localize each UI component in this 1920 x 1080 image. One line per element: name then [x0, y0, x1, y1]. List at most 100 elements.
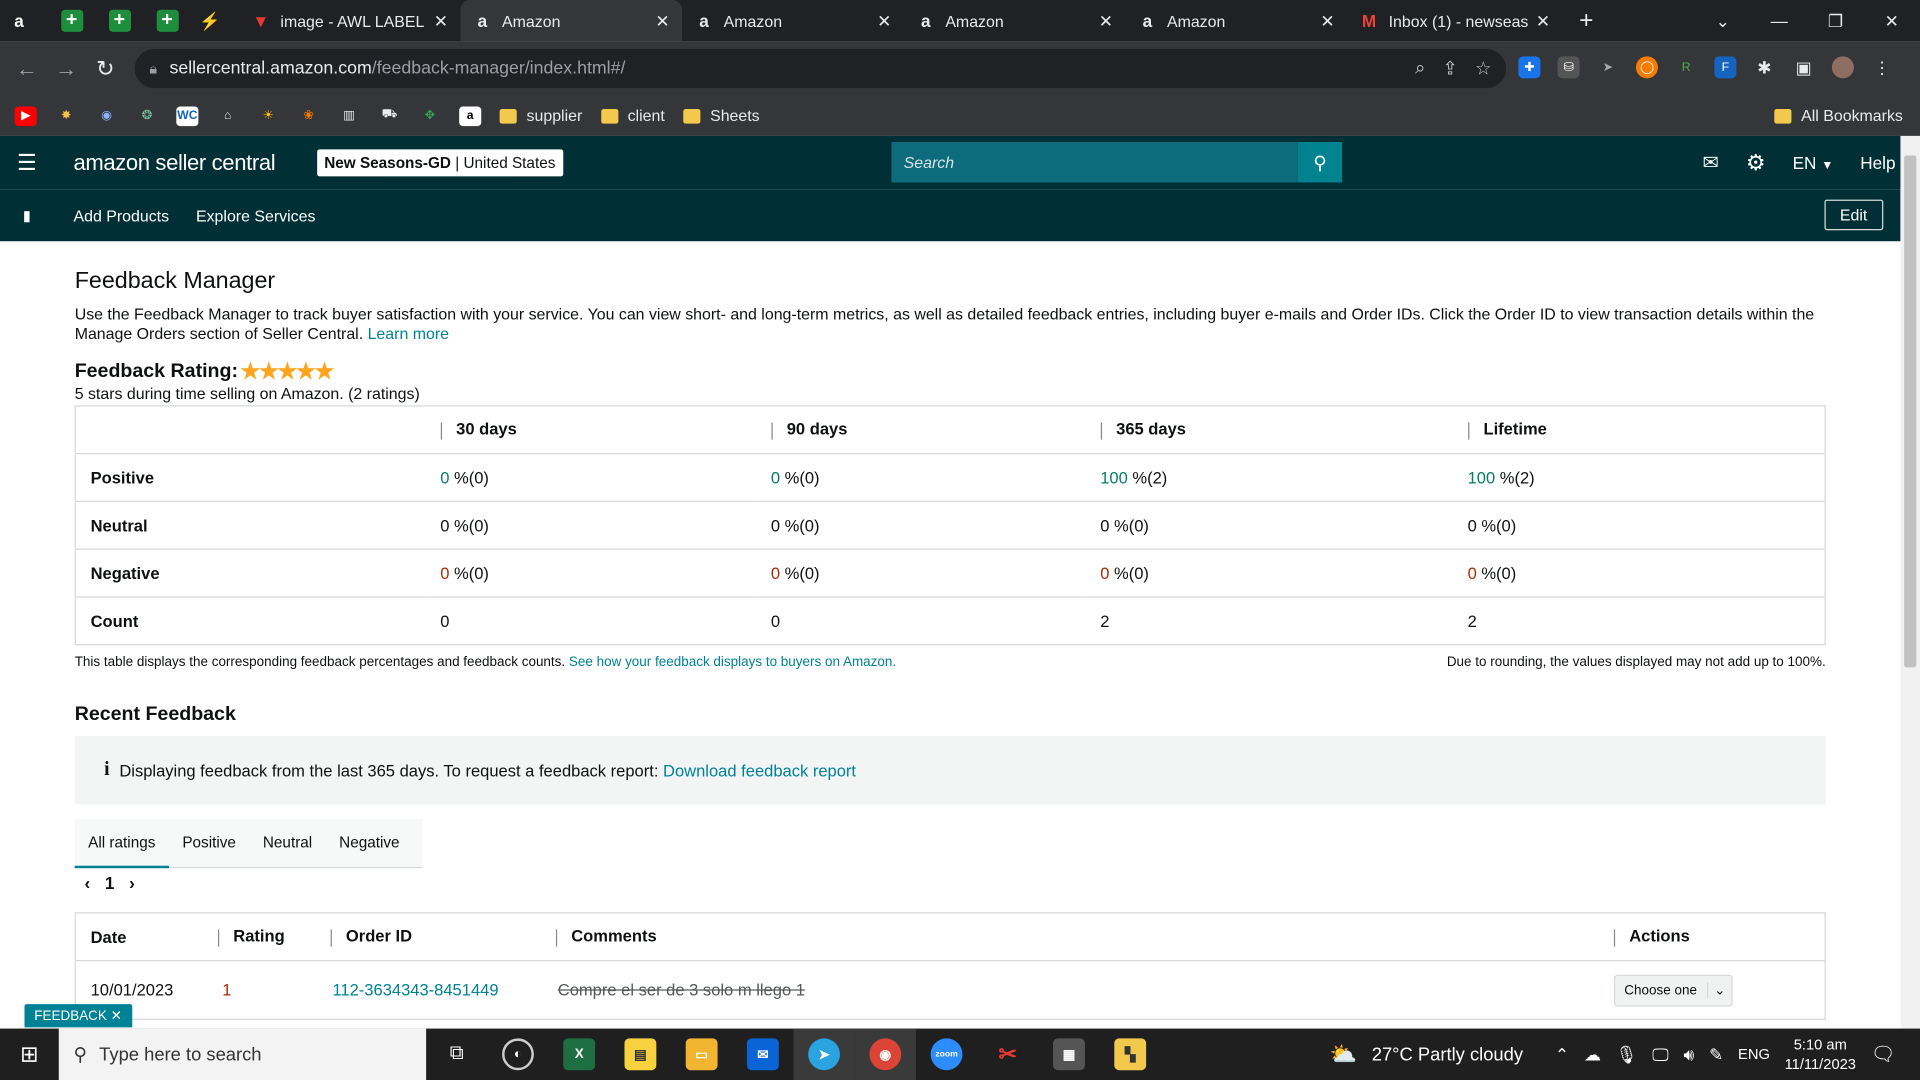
language-selector[interactable]: EN ▼	[1793, 153, 1834, 173]
notification-icon[interactable]: 🗨︎	[1871, 1042, 1896, 1066]
clock[interactable]: 5:10 am 11/11/2023	[1785, 1035, 1856, 1074]
all-bookmarks[interactable]: All Bookmarks	[1774, 96, 1903, 136]
buyer-display-link[interactable]: See how your feedback displays to buyers…	[569, 655, 896, 670]
tab-positive[interactable]: Positive	[169, 819, 250, 868]
tab-amazon[interactable]: a Amazon ✕	[904, 0, 1126, 42]
tab-amazon-pinned[interactable]: a	[0, 0, 48, 42]
new-tab-button[interactable]: +	[1562, 0, 1610, 42]
mail-app-icon[interactable]: ✉	[732, 1029, 793, 1080]
tab-all-ratings[interactable]: All ratings	[74, 819, 169, 868]
bookmark-icon[interactable]: ✥	[419, 106, 441, 126]
feedback-tag-button[interactable]: FEEDBACK ✕	[24, 1004, 132, 1028]
extension-icon[interactable]: ✚	[1518, 56, 1541, 79]
tab-sheets-2[interactable]: +	[96, 0, 144, 42]
puzzle-icon[interactable]: ✱	[1753, 56, 1776, 79]
taskbar-search[interactable]: ⚲ Type here to search	[58, 1028, 427, 1080]
weather-text[interactable]: 27°C Partly cloudy	[1372, 1044, 1523, 1065]
notes-app-icon[interactable]: ▚	[1100, 1029, 1161, 1080]
bookmark-icon[interactable]: ⌂	[217, 106, 239, 126]
extension-arrow-icon[interactable]: ➤	[1596, 56, 1619, 79]
microphone-icon[interactable]: 🎙︎	[1616, 1044, 1638, 1065]
weather-icon[interactable]: ⛅	[1330, 1041, 1357, 1067]
bookmark-icon[interactable]: ❀	[298, 106, 320, 126]
close-icon[interactable]: ✕	[1320, 10, 1334, 31]
zoom-icon[interactable]: ⌕	[1415, 58, 1425, 80]
gear-icon[interactable]: ⚙	[1746, 150, 1766, 176]
search-input[interactable]	[891, 142, 1298, 183]
forward-icon[interactable]: →	[47, 56, 86, 82]
bookmark-icon[interactable]: ❂	[136, 106, 158, 126]
page-number[interactable]: 1	[105, 873, 115, 893]
reload-icon[interactable]: ↻	[86, 56, 125, 82]
close-window-icon[interactable]: ✕	[1864, 10, 1920, 31]
tab-app[interactable]: ⚡	[191, 0, 239, 42]
action-select[interactable]: Choose one ⌄	[1613, 974, 1733, 1006]
close-icon[interactable]: ✕	[1536, 10, 1550, 31]
close-icon[interactable]: ✕	[877, 10, 891, 31]
wc-icon[interactable]: WC	[176, 105, 199, 126]
tab-sheets-1[interactable]: +	[48, 0, 96, 42]
tab-negative[interactable]: Negative	[326, 819, 413, 868]
bookmark-icon[interactable]: ⛟	[378, 106, 400, 126]
extension-rs-icon[interactable]: R	[1675, 56, 1698, 79]
language-indicator[interactable]: ENG	[1738, 1046, 1770, 1063]
page-scrollbar[interactable]	[1900, 135, 1920, 1029]
help-link[interactable]: Help	[1860, 153, 1895, 173]
restore-icon[interactable]: ❐	[1807, 10, 1863, 31]
youtube-icon[interactable]: ▶	[14, 105, 37, 126]
close-icon[interactable]: ✕	[655, 10, 669, 31]
address-bar[interactable]: 🔒︎ sellercentral.amazon.com/feedback-man…	[134, 48, 1507, 89]
sidepanel-icon[interactable]: ▣	[1792, 56, 1815, 79]
app-circle-icon[interactable]: ◐	[487, 1029, 548, 1080]
scrollbar-thumb[interactable]	[1904, 155, 1917, 668]
extension-off-icon[interactable]: ⛁	[1557, 56, 1580, 79]
tab-amazon[interactable]: a Amazon ✕	[682, 0, 904, 42]
search-button[interactable]: ⚲	[1297, 142, 1343, 183]
network-icon[interactable]: 🖵︎	[1652, 1044, 1669, 1065]
bookmark-nav-icon[interactable]: ▮	[0, 207, 54, 224]
telegram-icon[interactable]: ➤	[793, 1028, 855, 1080]
volume-icon[interactable]: 🔊︎	[1683, 1044, 1694, 1065]
hamburger-menu-icon[interactable]: ☰	[0, 150, 54, 176]
tab-neutral[interactable]: Neutral	[249, 819, 325, 868]
nav-add-products[interactable]: Add Products	[73, 206, 169, 224]
chevron-left-icon[interactable]: ‹	[84, 873, 90, 893]
back-icon[interactable]: ←	[7, 56, 46, 82]
extension-fba-icon[interactable]: F	[1714, 56, 1737, 79]
logo[interactable]: amazon seller central	[73, 150, 275, 176]
nav-explore-services[interactable]: Explore Services	[196, 206, 315, 224]
snipping-tool-icon[interactable]: ✂	[977, 1029, 1038, 1080]
share-icon[interactable]: ⇪	[1442, 58, 1457, 80]
star-icon[interactable]: ☆	[1475, 58, 1491, 80]
account-switcher[interactable]: New Seasons-GD | United States	[316, 149, 563, 177]
bookmark-icon[interactable]: ▥	[338, 106, 360, 126]
pen-icon[interactable]: ✎	[1709, 1044, 1723, 1065]
bookmark-folder[interactable]: supplier	[499, 107, 582, 125]
chevron-right-icon[interactable]: ›	[129, 873, 135, 893]
download-report-link[interactable]: Download feedback report	[663, 761, 856, 779]
mail-icon[interactable]: ✉	[1703, 151, 1719, 175]
bookmark-folder[interactable]: Sheets	[683, 107, 760, 125]
tab-awl-label[interactable]: ▼ image - AWL LABEL ✕	[239, 0, 461, 42]
windows-start-icon[interactable]: ⊞	[0, 1041, 59, 1067]
tab-search-icon[interactable]: ⌄	[1695, 10, 1751, 31]
file-explorer-icon[interactable]: ▭	[671, 1029, 732, 1080]
zoom-icon[interactable]: zoom	[916, 1029, 977, 1080]
tab-amazon[interactable]: a Amazon ✕	[1125, 0, 1347, 42]
amazon-icon[interactable]: a	[459, 105, 482, 126]
chrome-icon[interactable]: ◉	[854, 1028, 916, 1080]
tab-amazon-active[interactable]: a Amazon ✕	[460, 0, 683, 42]
close-icon[interactable]: ✕	[434, 10, 448, 31]
chevron-up-icon[interactable]: ⌃	[1555, 1044, 1569, 1065]
cloud-icon[interactable]: ☁	[1584, 1044, 1601, 1065]
bookmark-icon[interactable]: ◉	[96, 106, 118, 126]
bookmark-icon[interactable]: ☀	[257, 106, 279, 126]
menu-kebab-icon[interactable]: ⋮	[1871, 56, 1894, 79]
profile-avatar[interactable]	[1831, 56, 1854, 79]
bookmark-folder[interactable]: client	[600, 107, 665, 125]
excel-icon[interactable]: X	[549, 1029, 610, 1080]
learn-more-link[interactable]: Learn more	[368, 324, 449, 342]
edit-button[interactable]: Edit	[1824, 199, 1884, 231]
extension-circle-icon[interactable]: ◯	[1635, 56, 1658, 79]
tab-gmail[interactable]: M Inbox (1) - newseaso ✕	[1347, 0, 1563, 42]
